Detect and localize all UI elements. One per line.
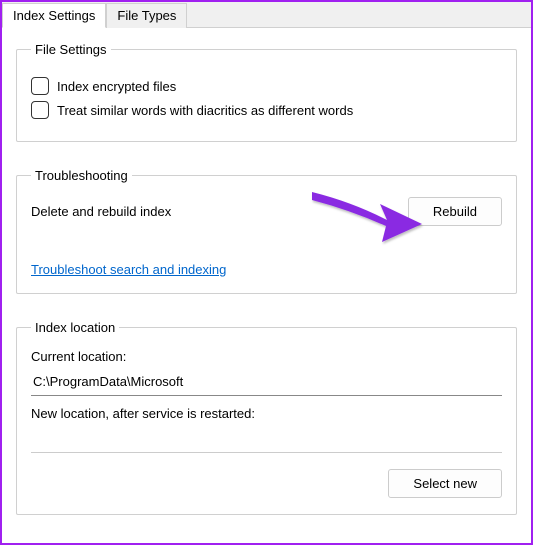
troubleshoot-link[interactable]: Troubleshoot search and indexing — [31, 262, 226, 277]
current-location-field[interactable] — [31, 368, 502, 396]
tab-content: File Settings Index encrypted files Trea… — [2, 28, 531, 515]
tab-strip: Index Settings File Types — [2, 2, 531, 28]
index-location-group: Index location Current location: New loc… — [16, 320, 517, 515]
delete-rebuild-label: Delete and rebuild index — [31, 204, 171, 219]
current-location-label: Current location: — [31, 349, 502, 364]
rebuild-button[interactable]: Rebuild — [408, 197, 502, 226]
new-location-field[interactable] — [31, 425, 502, 453]
diacritics-label: Treat similar words with diacritics as d… — [57, 103, 353, 118]
index-encrypted-label: Index encrypted files — [57, 79, 176, 94]
index-encrypted-checkbox[interactable] — [31, 77, 49, 95]
troubleshooting-legend: Troubleshooting — [31, 168, 132, 183]
tab-index-settings[interactable]: Index Settings — [2, 3, 106, 28]
dialog-window: Index Settings File Types File Settings … — [0, 0, 533, 545]
tab-file-types[interactable]: File Types — [106, 3, 187, 28]
select-new-button[interactable]: Select new — [388, 469, 502, 498]
file-settings-legend: File Settings — [31, 42, 111, 57]
diacritics-checkbox[interactable] — [31, 101, 49, 119]
index-location-legend: Index location — [31, 320, 119, 335]
new-location-label: New location, after service is restarted… — [31, 406, 502, 421]
troubleshooting-group: Troubleshooting Delete and rebuild index… — [16, 168, 517, 294]
file-settings-group: File Settings Index encrypted files Trea… — [16, 42, 517, 142]
